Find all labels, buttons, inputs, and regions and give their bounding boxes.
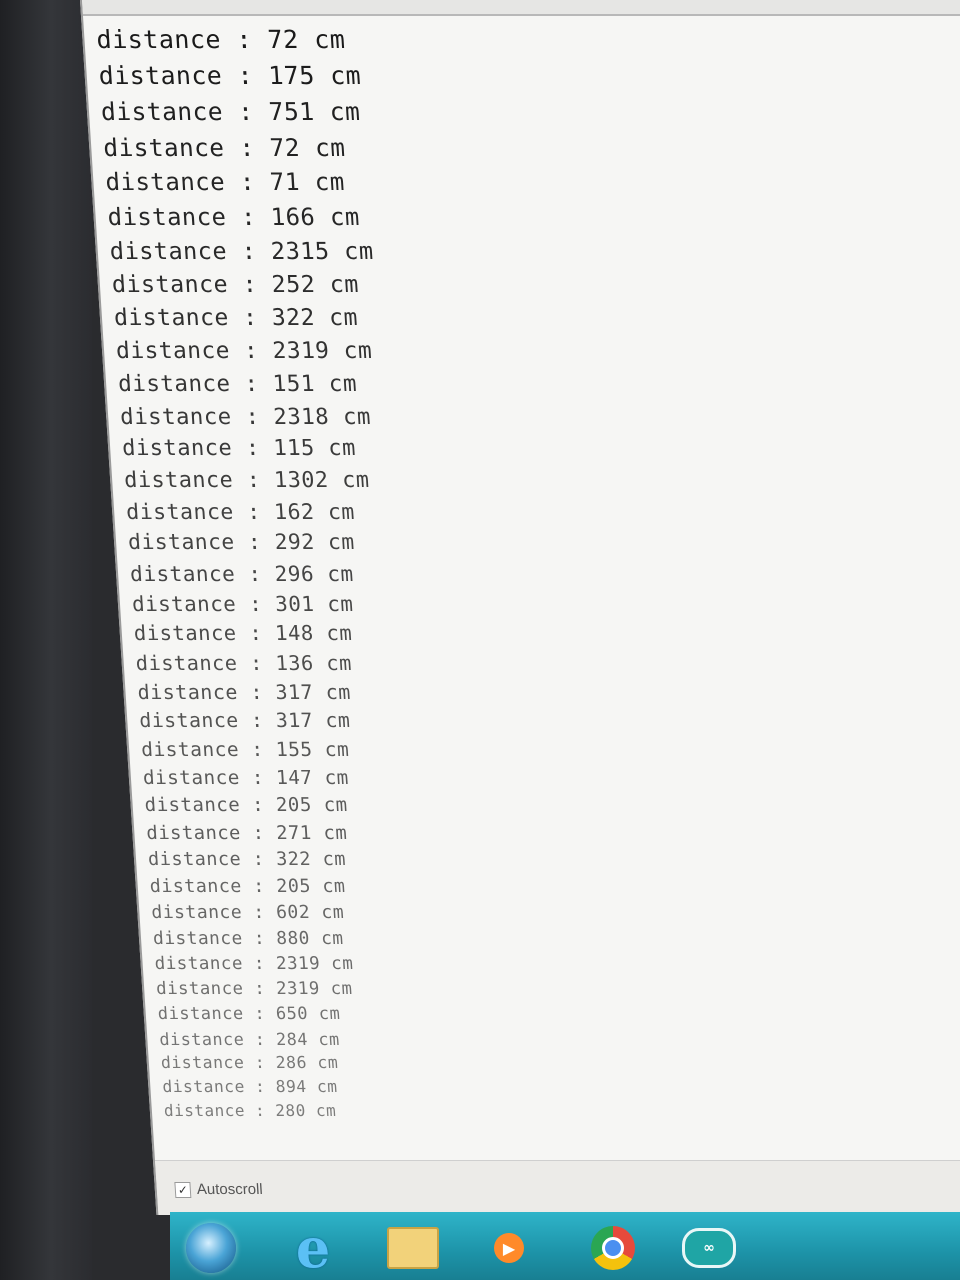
windows-taskbar: e ▶ ∞ [170,1212,960,1280]
serial-line: distance : 602 cm [150,902,345,924]
start-orb-icon [186,1223,236,1273]
serial-line: distance : 280 cm [163,1100,337,1120]
serial-line: distance : 72 cm [102,132,347,162]
taskbar-explorer-button[interactable] [382,1220,444,1276]
arduino-icon: ∞ [682,1228,736,1268]
serial-line: distance : 751 cm [100,97,362,127]
serial-line: distance : 284 cm [158,1028,341,1049]
chrome-icon [591,1226,635,1270]
serial-line: distance : 1302 cm [123,468,371,494]
serial-line: distance : 292 cm [127,529,356,555]
serial-line: distance : 147 cm [142,766,350,790]
serial-monitor-footer: ✓ Autoscroll [154,1160,960,1215]
serial-line: distance : 162 cm [125,499,356,525]
serial-line: distance : 2319 cm [115,338,373,365]
window-top-edge [82,0,960,16]
file-explorer-icon [387,1227,439,1269]
serial-line: distance : 317 cm [138,709,352,733]
arduino-glyph: ∞ [703,1240,715,1256]
serial-line: distance : 2318 cm [119,403,372,430]
serial-line: distance : 271 cm [145,822,348,844]
serial-line: distance : 151 cm [117,371,358,398]
taskbar-media-button[interactable]: ▶ [478,1220,540,1276]
autoscroll-option[interactable]: ✓ Autoscroll [174,1181,263,1198]
media-player-icon: ▶ [494,1233,524,1263]
serial-line: distance : 166 cm [106,202,361,231]
serial-line: distance : 205 cm [149,875,347,897]
serial-line: distance : 175 cm [97,61,362,91]
start-button[interactable] [180,1220,242,1276]
serial-line: distance : 2315 cm [108,237,375,266]
serial-line: distance : 2319 cm [154,953,354,974]
play-glyph: ▶ [502,1238,516,1258]
serial-line: distance : 252 cm [111,271,360,299]
taskbar-ie-button[interactable]: e [282,1216,344,1280]
serial-line: distance : 322 cm [113,304,359,331]
serial-line: distance : 115 cm [121,436,357,462]
serial-monitor-window: distance : 72 cm distance : 175 cm distanc… [80,0,960,1215]
serial-line: distance : 296 cm [129,561,355,586]
serial-line: distance : 2319 cm [155,979,354,1000]
autoscroll-label: Autoscroll [196,1181,264,1198]
serial-line: distance : 72 cm [95,25,347,54]
serial-line: distance : 286 cm [160,1053,339,1073]
serial-line: distance : 71 cm [104,167,346,196]
autoscroll-checkbox[interactable]: ✓ [174,1181,192,1198]
serial-line: distance : 894 cm [161,1077,339,1097]
internet-explorer-icon: e [295,1216,331,1280]
serial-line: distance : 650 cm [157,1004,341,1025]
serial-line: distance : 322 cm [147,848,347,870]
taskbar-arduino-button[interactable]: ∞ [678,1220,740,1276]
serial-line: distance : 317 cm [136,680,352,705]
serial-output-area[interactable]: distance : 72 cm distance : 175 cm distanc… [95,22,864,1122]
taskbar-chrome-button[interactable] [582,1220,644,1276]
serial-line: distance : 880 cm [152,928,345,950]
serial-line: distance : 148 cm [133,621,353,646]
monitor-bezel [0,0,92,1280]
serial-line: distance : 136 cm [134,650,353,675]
serial-line: distance : 155 cm [140,737,350,761]
serial-line: distance : 301 cm [131,592,355,617]
serial-line: distance : 205 cm [143,794,349,817]
